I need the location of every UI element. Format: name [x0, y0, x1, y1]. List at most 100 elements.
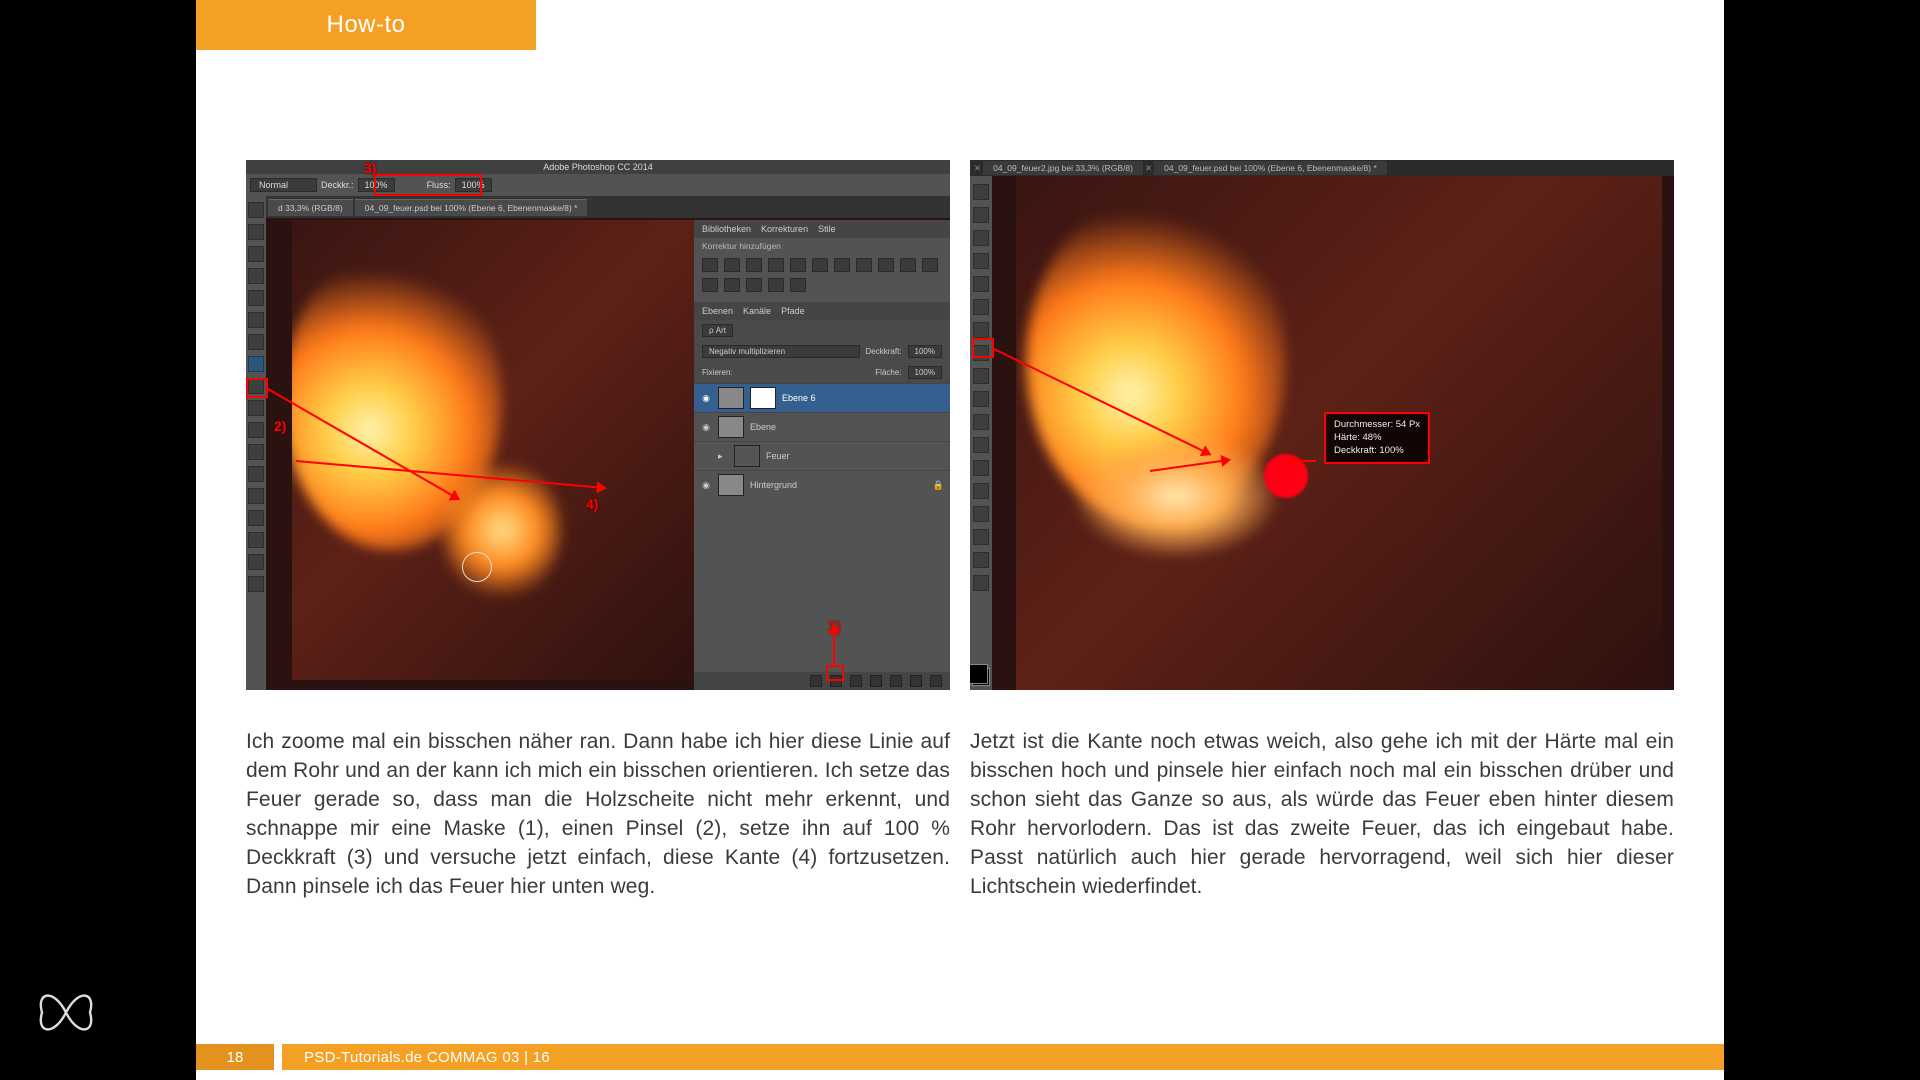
tool-icon[interactable] — [973, 230, 989, 246]
document-tabs: ✕ 04_09_feuer2.jpg bei 33,3% (RGB/8) ✕ 0… — [970, 160, 1674, 176]
canvas-area[interactable]: Durchmesser: 54 Px Härte: 48% Deckkraft:… — [1016, 176, 1662, 690]
adj-icon[interactable] — [768, 278, 784, 292]
color-swatch-icon[interactable] — [972, 668, 990, 686]
tool-icon[interactable] — [248, 224, 264, 240]
doc-tab-1[interactable]: 04_09_feuer2.jpg bei 33,3% (RGB/8) — [983, 161, 1143, 175]
tool-icon[interactable] — [973, 253, 989, 269]
trash-icon[interactable] — [930, 675, 942, 687]
tab-layers[interactable]: Ebenen — [702, 306, 733, 316]
visibility-icon[interactable]: ◉ — [700, 422, 712, 433]
adj-icon[interactable] — [856, 258, 872, 272]
tool-icon[interactable] — [248, 444, 264, 460]
tool-icon[interactable] — [248, 422, 264, 438]
visibility-icon[interactable]: ◉ — [700, 393, 712, 404]
layer-opacity-field[interactable]: 100% — [908, 345, 942, 358]
tool-icon[interactable] — [248, 510, 264, 526]
annotation-arrow — [833, 626, 835, 666]
ps-titlebar: Adobe Photoshop CC 2014 — [246, 160, 950, 174]
layer-row[interactable]: ▸ Feuer — [694, 441, 950, 470]
new-layer-icon[interactable] — [910, 675, 922, 687]
blend-mode-dropdown[interactable]: Normal — [250, 178, 317, 192]
layer-lock-row: Fixieren: Fläche: 100% — [694, 362, 950, 383]
tool-icon[interactable] — [973, 207, 989, 223]
document-tabs: d 33,3% (RGB/8) 04_09_feuer.psd bei 100%… — [266, 196, 950, 218]
adjustment-layer-icon[interactable] — [870, 675, 882, 687]
adj-icon[interactable] — [922, 258, 938, 272]
adj-icon[interactable] — [790, 278, 806, 292]
tool-icon[interactable] — [248, 554, 264, 570]
tool-icon[interactable] — [248, 246, 264, 262]
tool-icon[interactable] — [248, 334, 264, 350]
annotation-3: 3) — [364, 160, 376, 176]
adj-icon[interactable] — [812, 258, 828, 272]
mask-icon[interactable] — [850, 675, 862, 687]
tool-icon[interactable] — [248, 466, 264, 482]
layer-name: Hintergrund — [750, 480, 797, 490]
annotation-2: 2) — [274, 418, 286, 434]
layer-row-selected[interactable]: ◉ Ebene 6 — [694, 383, 950, 412]
visibility-icon[interactable]: ◉ — [700, 480, 712, 491]
tool-icon[interactable] — [973, 460, 989, 476]
fill-field[interactable]: 100% — [908, 366, 942, 379]
layer-blend-dropdown[interactable]: Negativ multiplizieren — [702, 345, 860, 358]
adj-icon[interactable] — [768, 258, 784, 272]
doc-tab-2[interactable]: 04_09_feuer.psd bei 100% (Ebene 6, Ebene… — [1154, 161, 1387, 175]
tab-libraries[interactable]: Bibliotheken — [702, 224, 751, 234]
tool-icon[interactable] — [973, 483, 989, 499]
tool-icon[interactable] — [248, 532, 264, 548]
tool-icon[interactable] — [248, 400, 264, 416]
layer-thumb — [718, 387, 744, 409]
adjustments-subtitle: Korrektur hinzufügen — [694, 238, 950, 254]
tool-icon[interactable] — [973, 506, 989, 522]
adj-icon[interactable] — [746, 278, 762, 292]
tool-icon[interactable] — [248, 312, 264, 328]
tool-icon[interactable] — [248, 268, 264, 284]
layer-kind-dropdown[interactable]: ρ Art — [702, 324, 733, 337]
layers-tabs: Ebenen Kanäle Pfade — [694, 302, 950, 320]
tab-adjustments[interactable]: Korrekturen — [761, 224, 808, 234]
brush-tool-icon[interactable] — [248, 356, 264, 372]
adj-icon[interactable] — [724, 258, 740, 272]
adj-icon[interactable] — [724, 278, 740, 292]
tool-icon[interactable] — [248, 488, 264, 504]
tool-icon[interactable] — [973, 322, 989, 338]
adj-icon[interactable] — [702, 258, 718, 272]
tool-icon[interactable] — [248, 576, 264, 592]
tool-icon[interactable] — [973, 414, 989, 430]
layer-row[interactable]: ◉ Ebene — [694, 412, 950, 441]
tool-icon[interactable] — [973, 299, 989, 315]
lock-icon: 🔒 — [933, 480, 944, 491]
page-number: 18 — [196, 1044, 274, 1070]
tool-icon[interactable] — [973, 276, 989, 292]
layer-filter-row: ρ Art — [694, 320, 950, 341]
footer-credit: PSD-Tutorials.de COMMAG 03 | 16 — [282, 1044, 1724, 1070]
layer-row[interactable]: ◉ Hintergrund 🔒 — [694, 470, 950, 499]
group-icon[interactable] — [890, 675, 902, 687]
canvas-area[interactable] — [292, 220, 700, 680]
tool-icon[interactable] — [973, 391, 989, 407]
tool-icon[interactable] — [973, 529, 989, 545]
adj-icon[interactable] — [702, 278, 718, 292]
adj-icon[interactable] — [834, 258, 850, 272]
tool-icon[interactable] — [973, 437, 989, 453]
group-icon — [734, 445, 760, 467]
tab-paths[interactable]: Pfade — [781, 306, 805, 316]
adj-icon[interactable] — [790, 258, 806, 272]
adj-icon[interactable] — [878, 258, 894, 272]
link-icon[interactable] — [810, 675, 822, 687]
left-column: Adobe Photoshop CC 2014 Normal Deckkr.: … — [246, 160, 950, 902]
adj-icon[interactable] — [746, 258, 762, 272]
hud-opacity: Deckkraft: 100% — [1334, 445, 1420, 458]
adj-icon[interactable] — [900, 258, 916, 272]
tab-styles[interactable]: Stile — [818, 224, 836, 234]
doc-tab-1[interactable]: d 33,3% (RGB/8) — [268, 199, 353, 216]
doc-tab-2[interactable]: 04_09_feuer.psd bei 100% (Ebene 6, Ebene… — [355, 199, 588, 216]
layer-mask-thumb[interactable] — [750, 387, 776, 409]
tool-icon[interactable] — [248, 290, 264, 306]
tool-icon[interactable] — [973, 552, 989, 568]
tool-icon[interactable] — [248, 202, 264, 218]
tool-icon[interactable] — [973, 184, 989, 200]
tab-channels[interactable]: Kanäle — [743, 306, 771, 316]
tool-icon[interactable] — [973, 575, 989, 591]
tool-icon[interactable] — [973, 368, 989, 384]
